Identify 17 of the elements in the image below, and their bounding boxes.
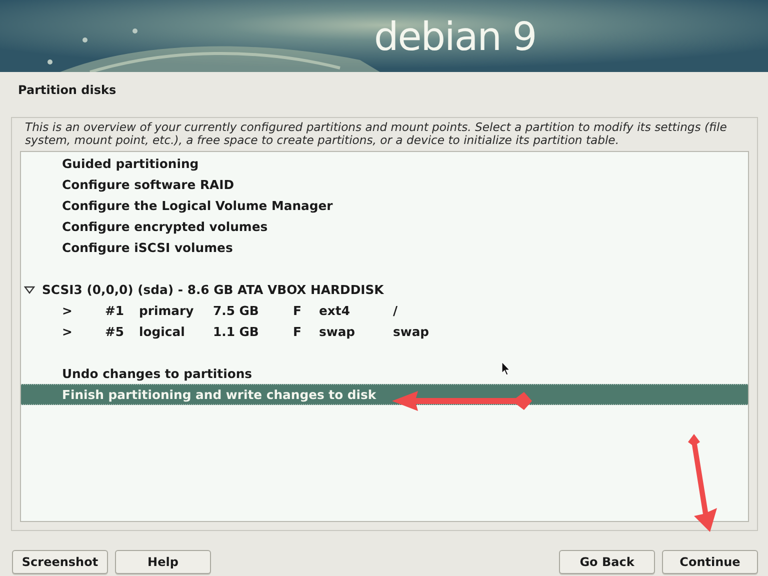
menu-item[interactable]: Configure encrypted volumes (21, 216, 748, 237)
menu-item[interactable]: Configure software RAID (21, 174, 748, 195)
menu-item[interactable]: Finish partitioning and write changes to disk (21, 384, 748, 405)
disk-row[interactable]: SCSI3 (0,0,0) (sda) - 8.6 GB ATA VBOX HARDDISK (21, 279, 748, 300)
menu-item[interactable]: Configure the Logical Volume Manager (21, 195, 748, 216)
menu-item[interactable]: Configure iSCSI volumes (21, 237, 748, 258)
partition-row[interactable]: > #5 logical 1.1 GB F swap swap (21, 321, 748, 342)
footer-button[interactable]: Screenshot (12, 550, 108, 574)
menu-item[interactable]: Undo changes to partitions (21, 363, 748, 384)
footer-button[interactable]: Continue (662, 550, 758, 574)
description: This is an overview of your currently configured partitions and mount points. Select a partition to modify its settings (file system, mount point, etc.), a free space to create partitions, or a device to initialize its partition table. (25, 121, 728, 147)
page-title: Partition disks (17, 82, 118, 99)
menu-item[interactable]: Guided partitioning (21, 153, 748, 174)
footer-button[interactable]: Go Back (559, 550, 655, 574)
footer-button[interactable]: Help (115, 550, 211, 574)
logo: debian 9 (374, 18, 536, 56)
partition-row[interactable]: > #1 primary 7.5 GB F ext4 / (21, 300, 748, 321)
